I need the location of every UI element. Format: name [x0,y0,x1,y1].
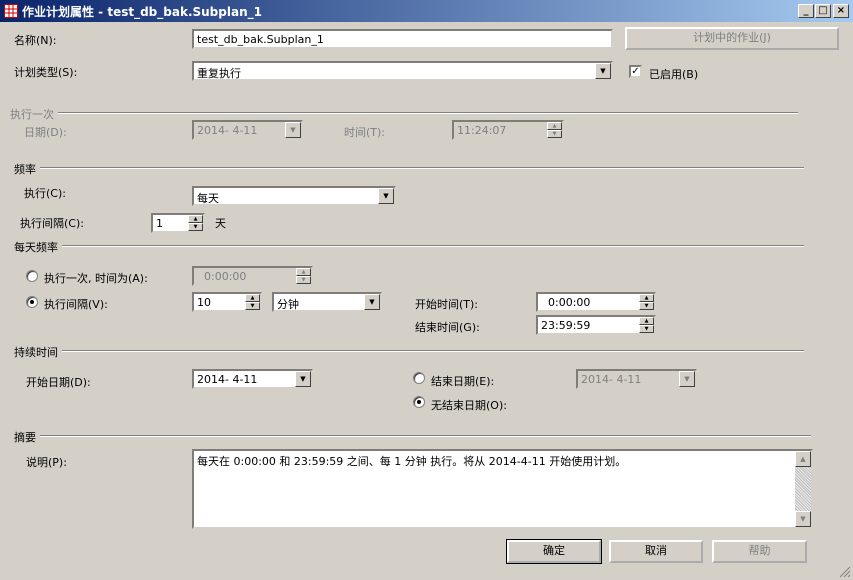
daily-frequency-group: 每天频率 [14,239,804,255]
one-time-time-label: 时间(T): [344,126,386,139]
window-title: 作业计划属性 - test_db_bak.Subplan_1 [22,5,262,19]
one-time-group-label: 执行一次 [10,106,58,122]
scroll-up-icon[interactable]: ▲ [795,451,811,467]
occurs-every-radio[interactable] [26,296,38,308]
recurs-label: 执行间隔(C): [20,217,84,230]
no-end-date-label: 无结束日期(O): [431,399,507,412]
frequency-group: 频率 [14,161,804,177]
description-scrollbar[interactable]: ▲ ▼ [795,451,811,527]
occurs-every-unit-value: 分钟 [277,298,299,311]
spin-down-icon[interactable]: ▼ [547,130,562,138]
one-time-group: 执行一次 [10,106,798,122]
chevron-down-icon[interactable]: ▼ [378,188,394,204]
start-date-value: 2014- 4-11 [197,373,258,386]
start-time-label: 开始时间(T): [415,298,479,311]
schedule-type-value: 重复执行 [197,67,241,80]
daily-frequency-group-label: 每天频率 [14,239,62,255]
summary-group-label: 摘要 [14,429,40,445]
occurs-once-time-spinner[interactable]: 0:00:00 ▲ ▼ [192,266,313,286]
group-divider [14,167,804,169]
maximize-button[interactable]: □ [815,4,831,18]
grid-icon [4,4,18,18]
chevron-down-icon[interactable]: ▼ [364,294,380,310]
occurs-once-radio[interactable] [26,270,38,282]
occurs-value: 每天 [197,192,219,205]
occurs-once-time-value: 0:00:00 [204,270,247,283]
end-time-spinner[interactable]: 23:59:59 ▲ ▼ [536,315,656,335]
chevron-down-icon[interactable]: ▼ [595,63,611,79]
occurs-every-value: 10 [197,296,211,309]
start-date-picker[interactable]: 2014- 4-11 ▼ [192,369,313,389]
start-date-label: 开始日期(D): [26,376,91,389]
cancel-button[interactable]: 取消 [609,540,703,563]
enabled-checkbox[interactable]: ✓ [629,65,642,78]
end-date-radio[interactable] [413,372,425,384]
recurs-value: 1 [156,217,163,230]
spin-down-icon[interactable]: ▼ [296,276,311,284]
one-time-time-spinner[interactable]: 11:24:07 ▲ ▼ [452,120,564,140]
jobs-in-schedule-button[interactable]: 计划中的作业(J) [625,27,839,50]
occurs-select[interactable]: 每天 ▼ [192,186,396,206]
spin-down-icon[interactable]: ▼ [639,302,654,310]
one-time-date-value: 2014- 4-11 [197,124,258,137]
description-textarea[interactable]: 每天在 0:00:00 和 23:59:59 之间、每 1 分钟 执行。将从 2… [192,449,813,529]
group-divider [14,350,804,352]
spin-up-icon[interactable]: ▲ [547,122,562,130]
start-time-value: 0:00:00 [548,296,591,309]
scroll-down-icon[interactable]: ▼ [795,511,811,527]
title-bar: 作业计划属性 - test_db_bak.Subplan_1 _ □ × [0,0,853,22]
spin-up-icon[interactable]: ▲ [296,268,311,276]
duration-group: 持续时间 [14,344,804,360]
end-time-label: 结束时间(G): [415,321,480,334]
occurs-once-label: 执行一次, 时间为(A): [44,272,148,285]
occurs-every-unit-select[interactable]: 分钟 ▼ [272,292,382,312]
name-label: 名称(N): [14,34,57,47]
enabled-label: 已启用(B) [649,68,699,81]
one-time-date-label: 日期(D): [24,126,67,139]
end-date-value: 2014- 4-11 [581,373,642,386]
duration-group-label: 持续时间 [14,344,62,360]
minimize-button[interactable]: _ [798,4,814,18]
help-button[interactable]: 帮助 [712,540,807,563]
group-divider [14,245,804,247]
spin-down-icon[interactable]: ▼ [245,302,260,310]
recurs-unit: 天 [215,217,226,230]
schedule-type-select[interactable]: 重复执行 ▼ [192,61,613,81]
description-label: 说明(P): [26,456,67,469]
spin-down-icon[interactable]: ▼ [639,325,654,333]
group-divider [14,435,811,437]
end-date-label: 结束日期(E): [431,375,495,388]
spin-up-icon[interactable]: ▲ [245,294,260,302]
one-time-date-picker[interactable]: 2014- 4-11 ▼ [192,120,303,140]
spin-down-icon[interactable]: ▼ [188,223,203,231]
one-time-time-value: 11:24:07 [457,124,507,137]
dialog-body: 名称(N): test_db_bak.Subplan_1 计划中的作业(J) 计… [0,22,853,580]
end-time-value: 23:59:59 [541,319,591,332]
chevron-down-icon[interactable]: ▼ [679,371,695,387]
schedule-type-label: 计划类型(S): [14,66,78,79]
summary-group: 摘要 [14,429,811,445]
spin-up-icon[interactable]: ▲ [188,215,203,223]
recurs-spinner[interactable]: 1 ▲ ▼ [151,213,205,233]
occurs-every-spinner[interactable]: 10 ▲ ▼ [192,292,262,312]
no-end-date-radio[interactable] [413,396,425,408]
group-divider [10,112,798,114]
resize-grip-icon[interactable] [839,566,851,578]
end-date-picker[interactable]: 2014- 4-11 ▼ [576,369,697,389]
chevron-down-icon[interactable]: ▼ [295,371,311,387]
frequency-group-label: 频率 [14,161,40,177]
close-button[interactable]: × [833,4,849,18]
description-text: 每天在 0:00:00 和 23:59:59 之间、每 1 分钟 执行。将从 2… [197,455,627,468]
chevron-down-icon[interactable]: ▼ [285,122,301,138]
name-field[interactable]: test_db_bak.Subplan_1 [192,29,613,49]
start-time-spinner[interactable]: 0:00:00 ▲ ▼ [536,292,656,312]
spin-up-icon[interactable]: ▲ [639,294,654,302]
occurs-every-label: 执行间隔(V): [44,298,108,311]
occurs-label: 执行(C): [24,187,66,200]
spin-up-icon[interactable]: ▲ [639,317,654,325]
ok-button[interactable]: 确定 [506,539,602,564]
